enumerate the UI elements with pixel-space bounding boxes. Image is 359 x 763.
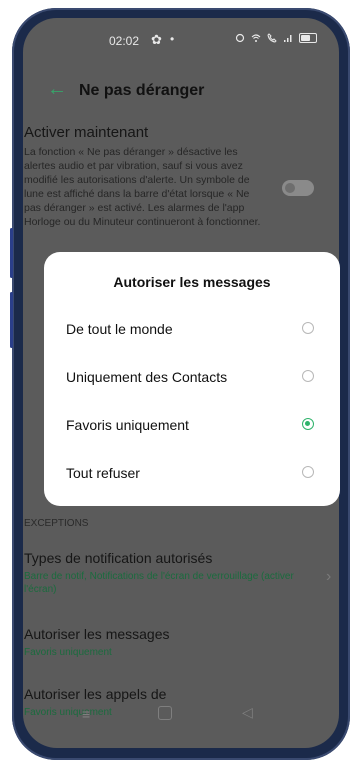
menu-icon[interactable]: ≡ [82, 706, 90, 722]
allow-calls-title: Autoriser les appels de [24, 686, 167, 702]
status-icons [235, 33, 317, 43]
gear-icon: ✿ [151, 32, 162, 47]
option-everyone[interactable]: De tout le monde [66, 321, 173, 337]
messages-dialog: Autoriser les messages De tout le monde … [44, 252, 340, 506]
notification-types-subtitle: Barre de notif, Notifications de l'écran… [24, 571, 294, 595]
option-refuse-all[interactable]: Tout refuser [66, 465, 140, 481]
option-favorites[interactable]: Favoris uniquement [66, 417, 189, 433]
call-icon [267, 33, 277, 43]
radio-refuse-all[interactable] [302, 466, 314, 478]
battery-icon [299, 33, 317, 43]
status-bar: 02:02 ✿ • [23, 18, 339, 60]
option-contacts[interactable]: Uniquement des Contacts [66, 369, 227, 385]
notification-dot: • [170, 32, 175, 46]
signal-icon [284, 35, 292, 42]
activer-title[interactable]: Activer maintenant [24, 124, 264, 141]
exceptions-label: EXCEPTIONS [24, 518, 89, 529]
radio-favorites[interactable] [302, 418, 314, 430]
wifi-icon [251, 34, 261, 42]
allow-messages-subtitle: Favoris uniquement [24, 647, 112, 658]
exception-notification-types[interactable]: Types de notification autorisés Barre de… [24, 550, 294, 596]
allow-messages-title: Autoriser les messages [24, 626, 170, 642]
power-button [10, 292, 13, 348]
activer-toggle[interactable] [282, 180, 314, 196]
chevron-right-icon[interactable]: › [326, 568, 331, 586]
back-nav-icon[interactable]: ◁ [242, 704, 253, 721]
alarm-icon [235, 33, 245, 43]
radio-contacts[interactable] [302, 370, 314, 382]
activer-description: La fonction « Ne pas déranger » désactiv… [24, 146, 261, 228]
dialog-title: Autoriser les messages [113, 274, 271, 290]
navigation-bar: ≡ ◁ [0, 704, 359, 730]
radio-everyone[interactable] [302, 322, 314, 334]
volume-button [10, 228, 13, 278]
back-arrow-icon[interactable]: ← [47, 78, 67, 101]
page-title: Ne pas déranger [79, 82, 205, 99]
status-time: 02:02 [109, 34, 140, 48]
exception-allow-messages[interactable]: Autoriser les messages Favoris uniquemen… [24, 626, 294, 659]
home-icon[interactable] [158, 706, 172, 720]
activer-section: Activer maintenant La fonction « Ne pas … [24, 124, 264, 229]
notification-types-title: Types de notification autorisés [24, 550, 213, 566]
top-bar: ← Ne pas déranger [23, 76, 339, 116]
